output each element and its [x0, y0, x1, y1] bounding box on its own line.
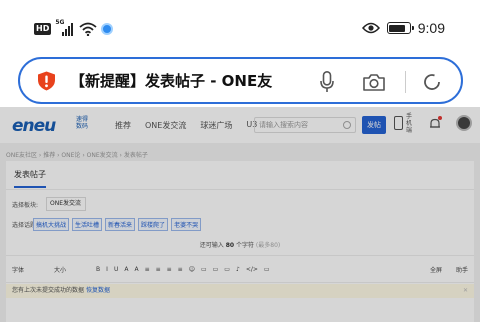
eye-icon — [361, 22, 380, 34]
close-icon[interactable]: ✕ — [463, 284, 468, 298]
char-counter-hint: (最多80) — [255, 242, 281, 249]
avatar[interactable] — [456, 115, 472, 131]
address-bar[interactable]: 【新提醒】发表帖子 - ONE友 — [18, 57, 463, 104]
background-color-button[interactable]: A — [134, 266, 138, 273]
video-button[interactable]: ▭ — [264, 266, 270, 273]
app-notification-icon — [101, 23, 114, 35]
site-logo-sub: 速得 数码 — [76, 116, 89, 130]
phone-icon[interactable] — [394, 116, 403, 130]
fullscreen-button[interactable]: 全屏 — [430, 265, 442, 274]
draft-restore-bar: 您有上次未提交成功的数据 恢复数据 ✕ — [6, 284, 474, 298]
wifi-icon — [79, 22, 97, 36]
reload-icon[interactable] — [422, 72, 442, 92]
page-title[interactable]: 【新提醒】发表帖子 - ONE友 — [70, 71, 320, 91]
camera-icon[interactable] — [362, 72, 386, 92]
topic-tag[interactable]: 老婆不哭 — [171, 218, 202, 231]
phone-label[interactable]: 手机端 — [406, 113, 416, 134]
site-search-placeholder: 请输入搜索内容 — [259, 121, 308, 129]
code-button[interactable]: </> — [246, 266, 258, 273]
section-select-value: ONE发交流 — [50, 200, 82, 207]
topic-tag[interactable]: 新春活来 — [105, 218, 136, 231]
section-select[interactable]: ONE发交流 — [46, 197, 86, 211]
shield-icon[interactable] — [37, 71, 56, 91]
list-button[interactable]: ≡ — [178, 266, 183, 273]
topic-tag[interactable]: 生活吐槽 — [72, 218, 103, 231]
topic-tag[interactable]: 踩楼爬了 — [138, 218, 169, 231]
music-button[interactable]: ♪ — [236, 266, 240, 273]
char-counter-value: 80 — [225, 242, 235, 249]
search-icon[interactable] — [343, 121, 351, 129]
panel-divider — [6, 189, 474, 190]
mic-icon[interactable] — [320, 71, 334, 93]
assistant-button[interactable]: 助手 — [456, 265, 468, 274]
draft-restore-link[interactable]: 恢复数据 — [86, 287, 110, 294]
status-bar: HD 5G 9:09 — [0, 0, 480, 52]
nav-item-one-exchange[interactable]: ONE发交流 — [145, 120, 186, 131]
align-left-button[interactable]: ≡ — [145, 266, 150, 273]
signal-icon: 5G — [55, 19, 75, 36]
underline-button[interactable]: U — [114, 266, 118, 273]
battery-icon — [386, 22, 414, 34]
site-header: eneu 速得 数码 推荐 ONE发交流 球迷广场 U3 请输入搜索内容 发帖 … — [0, 107, 480, 143]
status-left: HD 5G — [34, 19, 114, 37]
table-button[interactable]: ▭ — [224, 266, 230, 273]
status-right: 9:09 — [361, 19, 445, 37]
draft-restore-text: 您有上次未提交成功的数据 — [12, 287, 85, 294]
align-center-button[interactable]: ≡ — [156, 266, 161, 273]
topic-list: 搞机大挑战 生活吐槽 新春活来 踩楼爬了 老婆不哭 — [33, 218, 202, 231]
tab-post[interactable]: 发表帖子 — [14, 169, 46, 188]
align-right-button[interactable]: ≡ — [167, 266, 172, 273]
font-color-button[interactable]: A — [124, 266, 128, 273]
editor-toolbar-left: 字体 大小 B I U A A ≡ ≡ ≡ ≡ ☺ ▭ ▭ ▭ ♪ </> ▭ — [12, 265, 270, 274]
hd-icon: HD — [34, 23, 52, 35]
web-content: eneu 速得 数码 推荐 ONE发交流 球迷广场 U3 请输入搜索内容 发帖 … — [0, 107, 480, 322]
char-counter: 还可输入 80 个字符 (最多80) — [6, 240, 474, 249]
bold-button[interactable]: B — [96, 266, 100, 273]
nav-item-recommend[interactable]: 推荐 — [115, 120, 131, 131]
section-label: 选择板块: — [12, 202, 39, 209]
italic-button[interactable]: I — [106, 266, 108, 273]
editor-toolbar-right: 全屏 助手 — [430, 265, 468, 274]
site-logo[interactable]: eneu — [12, 116, 56, 136]
site-nav: 推荐 ONE发交流 球迷广场 U3 — [115, 120, 257, 131]
image-button[interactable]: ▭ — [201, 266, 207, 273]
breadcrumb: ONE友社区 › 推荐 › ONE论 › ONE发交流 › 发表帖子 — [6, 152, 148, 159]
font-size-button[interactable]: 大小 — [54, 265, 66, 274]
site-search-input[interactable]: 请输入搜索内容 — [254, 117, 356, 133]
url-separator — [405, 71, 406, 93]
emoji-button[interactable]: ☺ — [189, 266, 195, 273]
editor-toolbar: 字体 大小 B I U A A ≡ ≡ ≡ ≡ ☺ ▭ ▭ ▭ ♪ </> ▭ — [6, 255, 474, 283]
topic-tag[interactable]: 搞机大挑战 — [33, 218, 70, 231]
status-time: 9:09 — [417, 20, 445, 36]
nav-item-fan-square[interactable]: 球迷广场 — [200, 120, 232, 131]
char-counter-prefix: 还可输入 — [199, 242, 224, 249]
post-editor-panel: 发表帖子 选择板块: ONE发交流 选择话题: 搞机大挑战 生活吐槽 新春活来 … — [6, 161, 474, 322]
post-button[interactable]: 发帖 — [362, 116, 386, 134]
font-family-button[interactable]: 字体 — [12, 265, 24, 274]
notification-dot — [438, 116, 442, 120]
attachment-button[interactable]: ▭ — [213, 266, 219, 273]
char-counter-suffix: 个字符 — [235, 242, 254, 249]
